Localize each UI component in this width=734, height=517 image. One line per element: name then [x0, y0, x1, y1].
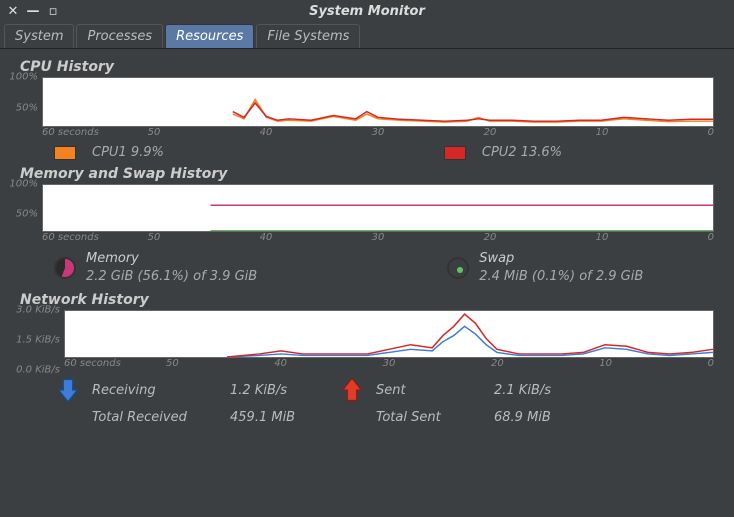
cpu2-swatch	[444, 146, 466, 160]
xtick: 50	[148, 232, 161, 243]
xtick: 10	[599, 358, 612, 369]
memory-plot	[43, 185, 713, 231]
xtick: 40	[260, 232, 273, 243]
xtick: 20	[484, 232, 497, 243]
sent-rate: 2.1 KiB/s	[494, 383, 594, 398]
receiving-rate: 1.2 KiB/s	[230, 383, 330, 398]
xtick: 30	[372, 127, 385, 138]
memory-detail: 2.2 GiB (56.1%) of 3.9 GiB	[86, 268, 257, 286]
cpu1-label: CPU1 9.9%	[92, 145, 164, 160]
xtick: 0	[708, 358, 714, 369]
cpu-plot	[43, 78, 713, 126]
mem-ytick-100: 100%	[9, 179, 42, 190]
window-title: System Monitor	[0, 4, 734, 19]
receiving-label: Receiving	[92, 383, 222, 398]
xtick: 60 seconds	[42, 127, 99, 138]
xtick: 20	[484, 127, 497, 138]
cpu-section-title: CPU History	[20, 59, 720, 75]
network-plot	[65, 311, 713, 357]
cpu-ytick-50: 50%	[16, 103, 42, 114]
xtick: 0	[708, 232, 714, 243]
close-icon[interactable]: ✕	[6, 4, 20, 18]
network-section-title: Network History	[20, 292, 720, 308]
cpu-legend: CPU1 9.9% CPU2 13.6%	[14, 145, 720, 160]
memory-pie-icon	[54, 257, 76, 279]
total-sent-label: Total Sent	[376, 410, 486, 425]
memory-item[interactable]: Memory 2.2 GiB (56.1%) of 3.9 GiB	[54, 250, 257, 286]
cpu2-label: CPU2 13.6%	[482, 145, 562, 160]
memory-section-title: Memory and Swap History	[20, 166, 720, 182]
xtick: 10	[596, 232, 609, 243]
xtick: 40	[260, 127, 273, 138]
total-received-value: 459.1 MiB	[230, 410, 330, 425]
net-ytick-3: 3.0 KiB/s	[16, 305, 64, 316]
network-legend: Receiving 1.2 KiB/s Sent 2.1 KiB/s Total…	[14, 376, 720, 425]
total-sent-value: 68.9 MiB	[494, 410, 594, 425]
tab-system[interactable]: System	[4, 24, 74, 48]
xtick: 40	[274, 358, 287, 369]
network-graph: 3.0 KiB/s 1.5 KiB/s 0.0 KiB/s 60 seconds…	[64, 310, 714, 370]
cpu1-swatch	[54, 146, 76, 160]
xtick: 50	[166, 358, 179, 369]
cpu2-legend[interactable]: CPU2 13.6%	[444, 145, 562, 160]
cpu-graph: 100% 50% 60 seconds50403020100	[42, 77, 714, 139]
xtick: 30	[372, 232, 385, 243]
xtick: 50	[148, 127, 161, 138]
tab-resources[interactable]: Resources	[165, 24, 254, 48]
xtick: 30	[383, 358, 396, 369]
swap-item[interactable]: Swap 2.4 MiB (0.1%) of 2.9 GiB	[447, 250, 643, 286]
minimize-icon[interactable]: —	[26, 4, 40, 18]
tab-processes[interactable]: Processes	[76, 24, 163, 48]
swap-label: Swap	[479, 250, 643, 268]
maximize-icon[interactable]: ▫	[46, 4, 60, 18]
total-received-label: Total Received	[92, 410, 222, 425]
xtick: 60 seconds	[64, 358, 121, 369]
xtick: 20	[491, 358, 504, 369]
upload-arrow-icon	[338, 376, 366, 404]
xtick: 60 seconds	[42, 232, 99, 243]
memory-legend: Memory 2.2 GiB (56.1%) of 3.9 GiB Swap 2…	[14, 250, 720, 286]
download-arrow-icon	[54, 376, 82, 404]
memory-graph: 100% 50% 60 seconds50403020100	[42, 184, 714, 244]
xtick: 10	[596, 127, 609, 138]
swap-detail: 2.4 MiB (0.1%) of 2.9 GiB	[479, 268, 643, 286]
xtick: 0	[708, 127, 714, 138]
mem-ytick-50: 50%	[16, 209, 42, 220]
cpu1-legend[interactable]: CPU1 9.9%	[54, 145, 164, 160]
tab-bar: System Processes Resources File Systems	[0, 22, 734, 49]
sent-label: Sent	[376, 383, 486, 398]
tab-file-systems[interactable]: File Systems	[256, 24, 360, 48]
net-ytick-15: 1.5 KiB/s	[16, 335, 64, 346]
swap-pie-icon	[447, 257, 469, 279]
cpu-ytick-100: 100%	[9, 72, 42, 83]
net-ytick-0: 0.0 KiB/s	[16, 365, 64, 376]
memory-label: Memory	[86, 250, 257, 268]
titlebar: ✕ — ▫ System Monitor	[0, 0, 734, 22]
